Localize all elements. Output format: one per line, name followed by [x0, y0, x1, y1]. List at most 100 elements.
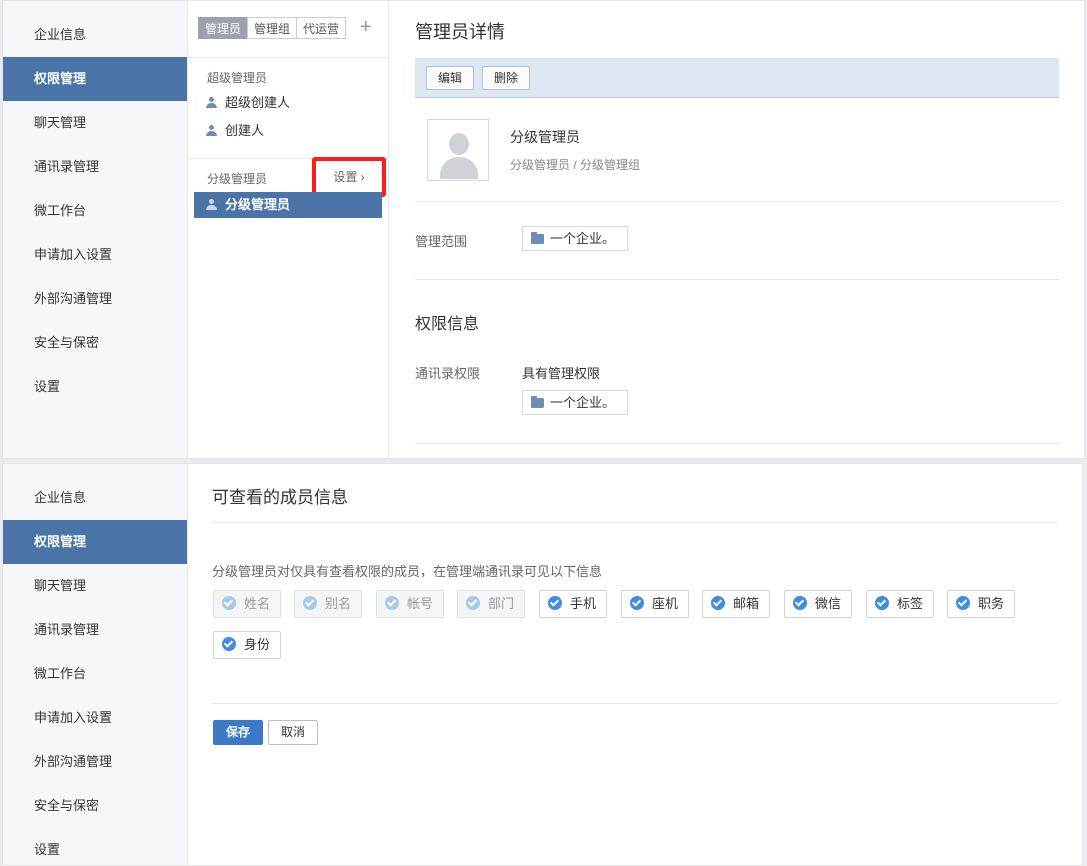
field-checkbox-wechat[interactable]: 微信 [784, 590, 853, 618]
sidebar-item-join-settings[interactable]: 申请加入设置 [3, 233, 187, 277]
sidebar-item-chat[interactable]: 聊天管理 [3, 101, 187, 145]
admin-name: 分级管理员 [225, 197, 291, 212]
field-label: 部门 [488, 596, 515, 611]
field-label: 手机 [570, 596, 597, 611]
admin-list-item[interactable]: 超级创建人 [194, 90, 382, 116]
cancel-button[interactable]: 取消 [268, 720, 319, 745]
divider [415, 201, 1059, 202]
contacts-scope-value: 一个企业。 [550, 395, 616, 410]
sidebar-nav: 企业信息 权限管理 聊天管理 通讯录管理 微工作台 申请加入设置 外部沟通管理 … [3, 464, 188, 865]
folder-icon [531, 232, 544, 244]
divider [212, 703, 1058, 704]
delete-button[interactable]: 删除 [482, 66, 531, 90]
sub-admin-group-title: 分级管理员 [207, 172, 268, 186]
field-checkbox-department: 部门 [457, 590, 526, 618]
field-label: 邮箱 [733, 596, 760, 611]
person-icon [206, 199, 217, 210]
admin-list-column: 管理员 管理组 代运营 + 超级管理员 超级创建人 创建人 分级管理员 设置 ›… [188, 1, 389, 458]
edit-button[interactable]: 编辑 [426, 66, 475, 90]
field-checkbox-email[interactable]: 邮箱 [702, 590, 771, 618]
tab-admins[interactable]: 管理员 [198, 17, 249, 39]
divider [212, 522, 1058, 523]
sidebar-item-contacts[interactable]: 通讯录管理 [3, 145, 187, 189]
field-label: 座机 [652, 596, 679, 611]
tab-operators[interactable]: 代运营 [296, 17, 347, 39]
field-label: 微信 [815, 596, 842, 611]
contacts-permission-value: 具有管理权限 [522, 366, 601, 381]
divider [188, 57, 388, 58]
check-icon [956, 596, 970, 610]
section-title: 可查看的成员信息 [212, 488, 348, 507]
field-checkbox-landline[interactable]: 座机 [621, 590, 690, 618]
field-checkbox-account: 帐号 [376, 590, 445, 618]
check-icon [548, 596, 562, 610]
admin-tabs: 管理员 管理组 代运营 [198, 17, 347, 39]
check-icon [222, 596, 236, 610]
person-icon [206, 125, 217, 136]
folder-icon [531, 396, 544, 408]
sidebar-item-company-info[interactable]: 企业信息 [3, 476, 187, 520]
sidebar-item-external[interactable]: 外部沟通管理 [3, 740, 187, 784]
scope-label: 管理范围 [415, 234, 468, 249]
settings-link[interactable]: 设置 › [312, 157, 386, 197]
check-icon [222, 637, 236, 651]
check-icon [385, 596, 399, 610]
field-checkbox-mobile[interactable]: 手机 [539, 590, 608, 618]
contacts-scope-box: 一个企业。 [522, 390, 629, 415]
admin-name: 超级创建人 [225, 95, 291, 110]
field-checkbox-name: 姓名 [213, 590, 282, 618]
field-checkbox-identity[interactable]: 身份 [213, 631, 282, 659]
scope-value-box: 一个企业。 [522, 226, 629, 251]
check-icon [630, 596, 644, 610]
add-icon[interactable]: + [360, 15, 372, 39]
super-admin-group-title: 超级管理员 [207, 71, 268, 85]
sidebar-item-permissions[interactable]: 权限管理 [3, 520, 187, 564]
field-checkbox-tags[interactable]: 标签 [866, 590, 935, 618]
member-info-content: 可查看的成员信息 分级管理员对仅具有查看权限的成员，在管理端通讯录可见以下信息 … [212, 464, 1058, 865]
divider [415, 279, 1059, 280]
sidebar-item-security[interactable]: 安全与保密 [3, 321, 187, 365]
sidebar-item-workbench[interactable]: 微工作台 [3, 189, 187, 233]
sidebar-item-join-settings[interactable]: 申请加入设置 [3, 696, 187, 740]
contacts-permission-label: 通讯录权限 [415, 366, 481, 381]
admin-detail-role: 分级管理员 / 分级管理组 [510, 158, 641, 172]
field-checkbox-alias: 别名 [294, 590, 363, 618]
sidebar-item-workbench[interactable]: 微工作台 [3, 652, 187, 696]
scope-value: 一个企业。 [550, 231, 616, 246]
admin-list-item-selected[interactable]: 分级管理员 [194, 192, 382, 218]
field-label: 姓名 [244, 596, 271, 611]
field-checkbox-position[interactable]: 职务 [947, 590, 1016, 618]
admin-detail: 管理员详情 编辑 删除 分级管理员 分级管理员 / 分级管理组 管理范围 一个企… [415, 1, 1059, 458]
sidebar-item-settings[interactable]: 设置 [3, 828, 187, 865]
check-icon [466, 596, 480, 610]
save-button[interactable]: 保存 [213, 720, 264, 745]
avatar [427, 119, 489, 181]
admin-list-item[interactable]: 创建人 [194, 118, 382, 144]
check-icon [793, 596, 807, 610]
toolbar: 编辑 删除 [415, 58, 1059, 98]
person-icon [206, 97, 217, 108]
admin-detail-panel: 企业信息 权限管理 聊天管理 通讯录管理 微工作台 申请加入设置 外部沟通管理 … [2, 0, 1085, 459]
page-title: 管理员详情 [415, 22, 505, 42]
divider [415, 443, 1059, 444]
sidebar-item-permissions[interactable]: 权限管理 [3, 57, 187, 101]
field-label: 身份 [244, 637, 271, 652]
field-label: 帐号 [407, 596, 434, 611]
field-label: 标签 [897, 596, 924, 611]
sidebar-item-contacts[interactable]: 通讯录管理 [3, 608, 187, 652]
sidebar-item-security[interactable]: 安全与保密 [3, 784, 187, 828]
field-label: 别名 [325, 596, 352, 611]
admin-detail-name: 分级管理员 [510, 129, 580, 145]
check-icon [303, 596, 317, 610]
sidebar-item-company-info[interactable]: 企业信息 [3, 13, 187, 57]
sidebar-item-external[interactable]: 外部沟通管理 [3, 277, 187, 321]
check-icon [711, 596, 725, 610]
permission-info-title: 权限信息 [415, 316, 480, 333]
sidebar-item-chat[interactable]: 聊天管理 [3, 564, 187, 608]
sidebar-item-settings[interactable]: 设置 [3, 365, 187, 409]
tab-admin-groups[interactable]: 管理组 [247, 17, 298, 39]
member-info-panel: 企业信息 权限管理 聊天管理 通讯录管理 微工作台 申请加入设置 外部沟通管理 … [2, 463, 1083, 866]
check-icon [875, 596, 889, 610]
field-label: 职务 [978, 596, 1005, 611]
section-description: 分级管理员对仅具有查看权限的成员，在管理端通讯录可见以下信息 [212, 564, 603, 579]
